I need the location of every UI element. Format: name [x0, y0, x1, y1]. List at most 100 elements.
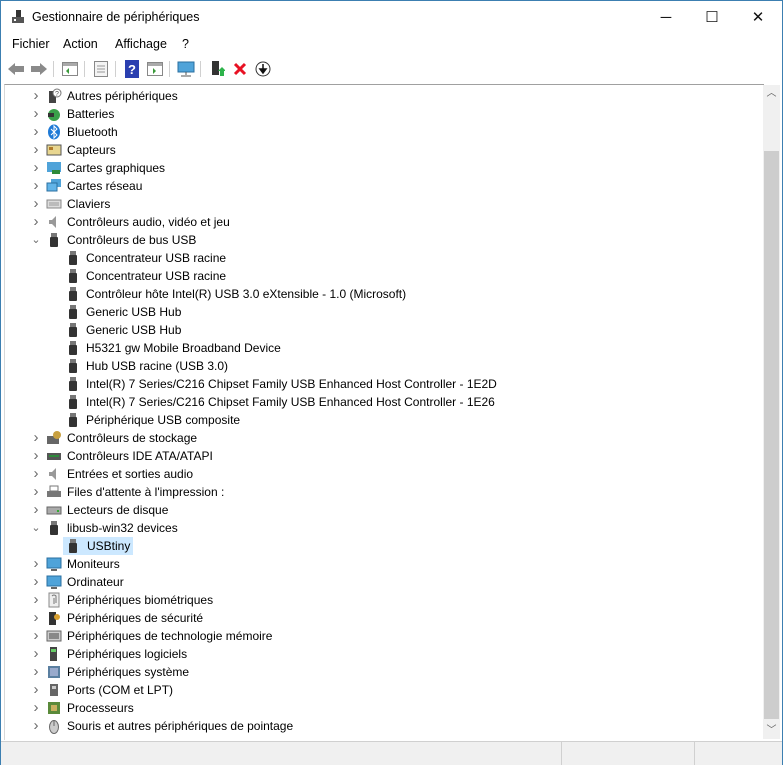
tree-category-item[interactable]: ›? Autres périphériques	[5, 87, 745, 105]
tree-device-item[interactable]: USBtiny	[5, 537, 745, 555]
tree-category-item[interactable]: › Entrées et sorties audio	[5, 465, 745, 483]
tree-category-item[interactable]: › Périphériques logiciels	[5, 645, 745, 663]
tree-category-item[interactable]: › Files d'attente à l'impression :	[5, 483, 745, 501]
tree-category-item[interactable]: › Contrôleurs audio, vidéo et jeu	[5, 213, 745, 231]
chevron-right-icon[interactable]: ›	[30, 160, 42, 175]
menu-help[interactable]: ?	[182, 37, 189, 51]
close-button[interactable]: ✕	[735, 1, 781, 33]
scrollbar-thumb[interactable]	[764, 151, 779, 719]
disable-icon[interactable]	[253, 59, 273, 79]
tree-device-item[interactable]: Contrôleur hôte Intel(R) USB 3.0 eXtensi…	[5, 285, 745, 303]
chevron-right-icon[interactable]: ›	[30, 178, 42, 193]
menu-fichier[interactable]: Fichier	[12, 37, 50, 51]
chevron-right-icon[interactable]: ›	[30, 664, 42, 679]
tree-category-item[interactable]: › Souris et autres périphériques de point…	[5, 717, 745, 735]
chevron-right-icon[interactable]: ›	[30, 556, 42, 571]
chevron-down-icon[interactable]: ⌄	[30, 521, 42, 535]
chevron-right-icon[interactable]: ›	[30, 430, 42, 445]
status-pane	[561, 742, 694, 765]
tree-device-item[interactable]: Hub USB racine (USB 3.0)	[5, 357, 745, 375]
disk-icon	[46, 506, 62, 515]
tree-category-item[interactable]: › Contrôleurs IDE ATA/ATAPI	[5, 447, 745, 465]
vertical-scrollbar[interactable]: ︿ ﹀	[763, 85, 780, 739]
show-hide-console-tree-icon[interactable]	[60, 59, 80, 79]
tree-category-item[interactable]: › Contrôleurs de stockage	[5, 429, 745, 447]
mouse-icon	[49, 720, 59, 734]
tree-category-item[interactable]: › Ordinateur	[5, 573, 745, 591]
status-pane	[694, 742, 783, 765]
tree-device-item[interactable]: Intel(R) 7 Series/C216 Chipset Family US…	[5, 375, 745, 393]
tree-item-label: Moniteurs	[67, 557, 120, 571]
help-icon[interactable]: ?	[122, 59, 142, 79]
tree-item-label: H5321 gw Mobile Broadband Device	[86, 341, 281, 355]
chevron-right-icon[interactable]: ›	[30, 448, 42, 463]
minimize-button[interactable]: ─	[643, 1, 689, 33]
tree-device-item[interactable]: Intel(R) 7 Series/C216 Chipset Family US…	[5, 393, 745, 411]
menu-action[interactable]: Action	[63, 37, 98, 51]
properties-icon[interactable]	[91, 59, 111, 79]
tree-device-item[interactable]: Generic USB Hub	[5, 303, 745, 321]
show-action-pane-icon[interactable]	[145, 59, 165, 79]
scroll-down-arrow-icon[interactable]: ﹀	[763, 722, 780, 739]
chevron-right-icon[interactable]: ›	[30, 646, 42, 661]
chevron-right-icon[interactable]: ›	[30, 142, 42, 157]
tree-category-item[interactable]: › Bluetooth	[5, 123, 745, 141]
tree-item-label: Cartes graphiques	[67, 161, 166, 175]
maximize-button[interactable]: ☐	[689, 1, 735, 33]
tree-category-item[interactable]: › Lecteurs de disque	[5, 501, 745, 519]
ide-icon	[47, 453, 61, 460]
usb-icon	[69, 251, 77, 265]
tree-category-item[interactable]: ⌄ Contrôleurs de bus USB	[5, 231, 745, 249]
menu-affichage[interactable]: Affichage	[115, 37, 167, 51]
chevron-right-icon[interactable]: ›	[30, 574, 42, 589]
chevron-right-icon[interactable]: ›	[30, 682, 42, 697]
tree-category-item[interactable]: › Processeurs	[5, 699, 745, 717]
chevron-right-icon[interactable]: ›	[30, 610, 42, 625]
tree-device-item[interactable]: Périphérique USB composite	[5, 411, 745, 429]
tree-category-item[interactable]: › Périphériques biométriques	[5, 591, 745, 609]
chevron-right-icon[interactable]: ›	[30, 718, 42, 733]
chevron-right-icon[interactable]: ›	[30, 628, 42, 643]
scroll-up-arrow-icon[interactable]: ︿	[763, 85, 780, 102]
tree-device-item[interactable]: Concentrateur USB racine	[5, 267, 745, 285]
tree-device-item[interactable]: H5321 gw Mobile Broadband Device	[5, 339, 745, 357]
chevron-right-icon[interactable]: ›	[30, 196, 42, 211]
tree-category-item[interactable]: › Claviers	[5, 195, 745, 213]
forward-icon[interactable]	[29, 59, 49, 79]
tree-category-item[interactable]: › Moniteurs	[5, 555, 745, 573]
tree-category-item[interactable]: › Ports (COM et LPT)	[5, 681, 745, 699]
update-driver-icon[interactable]	[207, 59, 227, 79]
tree-device-item[interactable]: Generic USB Hub	[5, 321, 745, 339]
fingerprint-icon	[48, 592, 60, 608]
tree-item-label: Ports (COM et LPT)	[67, 683, 174, 697]
usb-icon	[69, 269, 77, 283]
chevron-down-icon[interactable]: ⌄	[30, 233, 42, 247]
keyboard-icon	[46, 199, 62, 209]
tree-category-item[interactable]: › Batteries	[5, 105, 745, 123]
scan-hardware-icon[interactable]	[176, 59, 196, 79]
tree-category-item[interactable]: › Cartes graphiques	[5, 159, 745, 177]
back-icon[interactable]	[6, 59, 26, 79]
chevron-right-icon[interactable]: ›	[30, 484, 42, 499]
tree-category-item[interactable]: › Cartes réseau	[5, 177, 745, 195]
chevron-right-icon[interactable]: ›	[30, 592, 42, 607]
chevron-right-icon[interactable]: ›	[30, 700, 42, 715]
tree-category-item[interactable]: › Capteurs	[5, 141, 745, 159]
tree-category-item[interactable]: ⌄ libusb-win32 devices	[5, 519, 745, 537]
device-tree[interactable]: ›? Autres périphériques › Batteries › Bluetoo…	[4, 84, 764, 740]
port-icon	[50, 684, 58, 696]
tree-category-item[interactable]: › Périphériques système	[5, 663, 745, 681]
tree-category-item[interactable]: › Périphériques de technologie mémoire	[5, 627, 745, 645]
chevron-right-icon[interactable]: ›	[30, 88, 42, 103]
uninstall-icon[interactable]	[230, 59, 250, 79]
chevron-right-icon[interactable]: ›	[30, 214, 42, 229]
chevron-right-icon[interactable]: ›	[30, 466, 42, 481]
chevron-right-icon[interactable]: ›	[30, 502, 42, 517]
chevron-right-icon[interactable]: ›	[30, 106, 42, 121]
battery-icon	[48, 109, 60, 121]
chevron-right-icon[interactable]: ›	[30, 124, 42, 139]
tree-category-item[interactable]: › Périphériques de sécurité	[5, 609, 745, 627]
tree-device-item[interactable]: Concentrateur USB racine	[5, 249, 745, 267]
monitor-icon	[46, 557, 62, 571]
tree-item-label: Autres périphériques	[67, 89, 178, 103]
